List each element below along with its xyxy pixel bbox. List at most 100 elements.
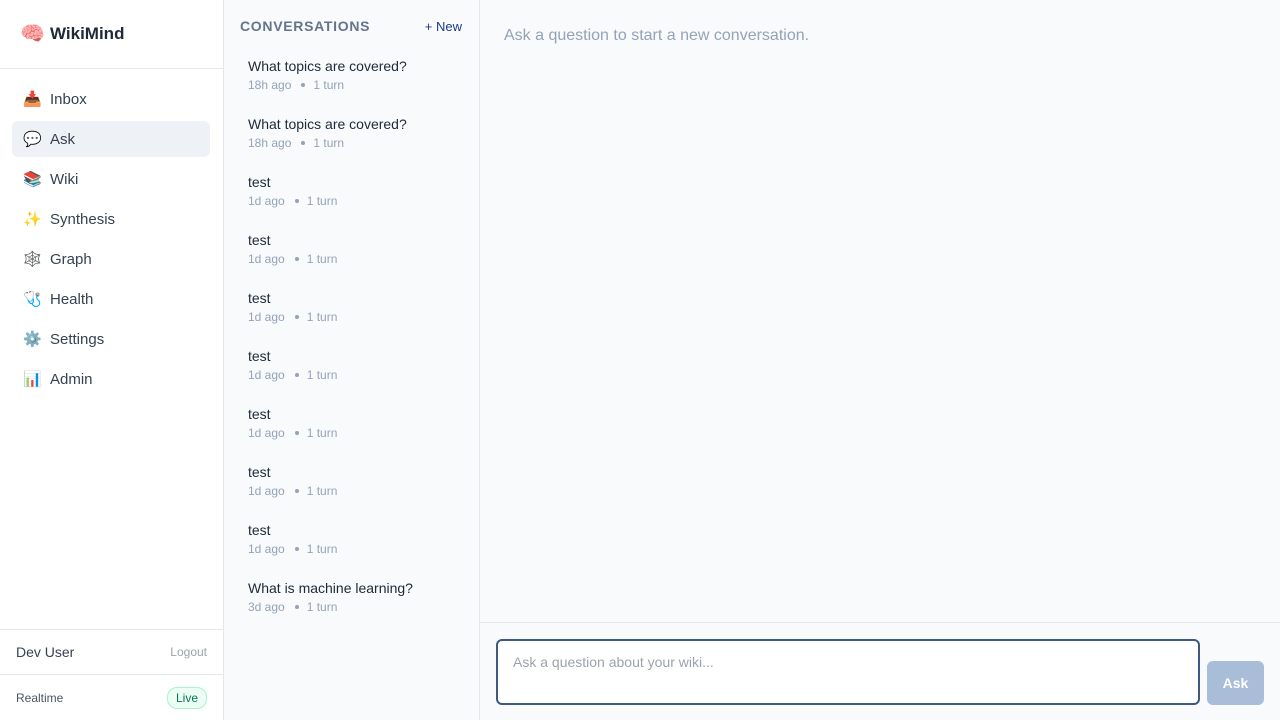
conversation-item[interactable]: What is machine learning? 3d ago 1 turn (248, 574, 479, 632)
conversation-item[interactable]: test 1d ago 1 turn (248, 458, 479, 516)
conversation-turns: 1 turn (306, 426, 338, 440)
conversation-age: 1d ago (248, 542, 285, 556)
sidebar-item-label: Ask (50, 130, 76, 148)
conversation-item[interactable]: test 1d ago 1 turn (248, 226, 479, 284)
ask-button[interactable]: Ask (1207, 661, 1264, 705)
separator-dot (294, 431, 299, 435)
conversation-turns: 1 turn (313, 78, 345, 92)
conversation-turns: 1 turn (313, 136, 345, 150)
conversation-question: test (248, 232, 271, 248)
conversation-question: What is machine learning? (248, 580, 413, 596)
conversations-header: CONVERSATIONS + New (224, 0, 479, 52)
sidebar-item-label: Synthesis (50, 210, 116, 228)
separator-dot (294, 199, 299, 203)
live-status-badge: Live (166, 686, 207, 709)
conversation-age: 1d ago (248, 368, 285, 382)
conversation-meta: 3d ago 1 turn (248, 600, 479, 614)
conversation-question: test (248, 290, 271, 306)
conversations-panel: CONVERSATIONS + New What topics are cove… (224, 0, 480, 720)
sidebar-item-label: Wiki (50, 170, 79, 188)
conversation-age: 1d ago (248, 310, 285, 324)
sidebar-item-label: Inbox (50, 90, 87, 108)
app-root: 🧠 WikiMind 📥 Inbox 💬 Ask 📚 Wiki ✨ Synthesis 🕸️ Gr… (0, 0, 1280, 720)
sidebar: 🧠 WikiMind 📥 Inbox 💬 Ask 📚 Wiki ✨ Synthesis 🕸️ Gr… (0, 0, 224, 720)
sidebar-item-ask[interactable]: 💬 Ask (12, 121, 210, 157)
conversation-meta: 18h ago 1 turn (248, 136, 479, 150)
conversation-meta: 1d ago 1 turn (248, 194, 479, 208)
conversation-question: test (248, 406, 271, 422)
conversation-item[interactable]: test 1d ago 1 turn (248, 342, 479, 400)
sidebar-item-health[interactable]: 🩺 Health (12, 281, 210, 317)
conversation-question: test (248, 464, 271, 480)
conversation-item[interactable]: test 1d ago 1 turn (248, 284, 479, 342)
separator-dot (294, 373, 299, 377)
separator-dot (294, 489, 299, 493)
logout-link[interactable]: Logout (170, 645, 207, 659)
sidebar-item-admin[interactable]: 📊 Admin (12, 361, 210, 397)
bar-chart-icon: 📊 (23, 370, 42, 388)
empty-state-hint: Ask a question to start a new conversati… (504, 27, 810, 44)
app-title: WikiMind (50, 24, 125, 43)
sidebar-item-label: Settings (50, 330, 105, 348)
separator-dot (294, 547, 299, 551)
conversation-list: What topics are covered? 18h ago 1 turn Wha… (224, 52, 479, 632)
user-row: Dev User Logout (0, 629, 223, 674)
conversation-age: 3d ago (248, 600, 285, 614)
conversation-item[interactable]: test 1d ago 1 turn (248, 400, 479, 458)
brain-icon: 🧠 (20, 23, 45, 45)
sidebar-item-wiki[interactable]: 📚 Wiki (12, 161, 210, 197)
new-conversation-button[interactable]: + New (425, 19, 462, 34)
web-icon: 🕸️ (23, 250, 42, 268)
conversation-age: 1d ago (248, 252, 285, 266)
conversation-turns: 1 turn (306, 194, 338, 208)
conversation-meta: 1d ago 1 turn (248, 368, 479, 382)
brand[interactable]: 🧠 WikiMind (0, 0, 223, 69)
conversation-question: What topics are covered? (248, 116, 407, 132)
sidebar-footer: Dev User Logout Realtime Live (0, 629, 223, 720)
conversation-question: What topics are covered? (248, 58, 407, 74)
conversation-meta: 1d ago 1 turn (248, 252, 479, 266)
conversation-age: 1d ago (248, 426, 285, 440)
separator-dot (294, 315, 299, 319)
conversation-item[interactable]: test 1d ago 1 turn (248, 168, 479, 226)
realtime-row: Realtime Live (0, 674, 223, 720)
conversation-item[interactable]: What topics are covered? 18h ago 1 turn (248, 52, 479, 110)
separator-dot (301, 141, 306, 145)
conversation-item[interactable]: What topics are covered? 18h ago 1 turn (248, 110, 479, 168)
conversation-turns: 1 turn (306, 368, 338, 382)
conversation-item[interactable]: test 1d ago 1 turn (248, 516, 479, 574)
conversation-turns: 1 turn (306, 600, 338, 614)
sidebar-item-graph[interactable]: 🕸️ Graph (12, 241, 210, 277)
conversation-age: 18h ago (248, 136, 292, 150)
conversation-question: test (248, 174, 271, 190)
conversation-question: test (248, 348, 271, 364)
separator-dot (294, 605, 299, 609)
sidebar-item-settings[interactable]: ⚙️ Settings (12, 321, 210, 357)
conversation-turns: 1 turn (306, 542, 338, 556)
stethoscope-icon: 🩺 (23, 290, 42, 308)
conversation-meta: 1d ago 1 turn (248, 310, 479, 324)
composer: Ask (480, 622, 1280, 720)
conversation-age: 1d ago (248, 484, 285, 498)
conversation-age: 18h ago (248, 78, 292, 92)
speech-bubble-icon: 💬 (23, 130, 42, 148)
conversation-turns: 1 turn (306, 252, 338, 266)
conversation-age: 1d ago (248, 194, 285, 208)
conversation-meta: 18h ago 1 turn (248, 78, 479, 92)
sidebar-item-synthesis[interactable]: ✨ Synthesis (12, 201, 210, 237)
question-input[interactable] (496, 639, 1200, 705)
sparkles-icon: ✨ (23, 210, 42, 228)
conversation-meta: 1d ago 1 turn (248, 542, 479, 556)
sidebar-item-inbox[interactable]: 📥 Inbox (12, 81, 210, 117)
sidebar-item-label: Health (50, 290, 94, 308)
sidebar-item-label: Admin (50, 370, 93, 388)
conversations-title: CONVERSATIONS (240, 18, 371, 34)
sidebar-nav: 📥 Inbox 💬 Ask 📚 Wiki ✨ Synthesis 🕸️ Graph 🩺 Health ⚙… (0, 69, 223, 397)
user-name: Dev User (16, 644, 75, 660)
conversation-meta: 1d ago 1 turn (248, 484, 479, 498)
separator-dot (301, 83, 306, 87)
conversation-question: test (248, 522, 271, 538)
conversation-meta: 1d ago 1 turn (248, 426, 479, 440)
inbox-tray-icon: 📥 (23, 90, 42, 108)
realtime-label: Realtime (16, 690, 64, 705)
